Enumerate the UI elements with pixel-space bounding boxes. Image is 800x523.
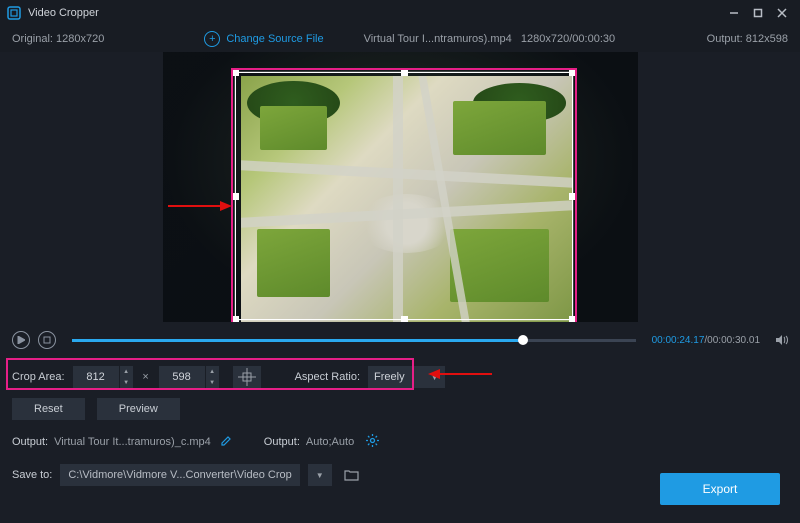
output-file-name: Virtual Tour It...tramuros)_c.mp4 — [54, 436, 211, 448]
crop-controls: Crop Area: ▲▼ × ▲▼ Aspect Ratio: Freely▼… — [0, 356, 800, 426]
volume-icon[interactable] — [774, 333, 788, 347]
crop-handle-mr[interactable] — [569, 193, 576, 200]
source-info-bar: Original: 1280x720 + Change Source File … — [0, 26, 800, 52]
save-to-label: Save to: — [12, 469, 52, 481]
crop-handle-bl[interactable] — [232, 316, 239, 322]
aspect-ratio-label: Aspect Ratio: — [295, 371, 360, 383]
crop-handle-br[interactable] — [569, 316, 576, 322]
chevron-down-icon: ▼ — [431, 373, 439, 382]
multiply-icon: × — [141, 371, 151, 383]
play-button[interactable] — [12, 331, 30, 349]
save-path-dropdown[interactable]: ▼ — [308, 464, 332, 486]
reset-button[interactable]: Reset — [12, 398, 85, 420]
crop-handle-tr[interactable] — [569, 69, 576, 76]
output-preset-value: Auto;Auto — [306, 436, 354, 448]
crop-handle-ml[interactable] — [232, 193, 239, 200]
crop-width-stepper[interactable]: ▲▼ — [119, 366, 133, 388]
save-path-field[interactable]: C:\Vidmore\Vidmore V...Converter\Video C… — [60, 464, 299, 486]
maximize-button[interactable] — [746, 1, 770, 25]
crop-area-label: Crop Area: — [12, 371, 65, 383]
progress-knob[interactable] — [518, 335, 528, 345]
output-size-label: Output: 812x598 — [707, 33, 788, 45]
aspect-ratio-select[interactable]: Freely▼ — [368, 366, 444, 388]
original-size-label: Original: 1280x720 — [12, 33, 104, 45]
crop-handle-tc[interactable] — [401, 69, 408, 76]
open-folder-button[interactable] — [340, 464, 364, 486]
crop-frame[interactable] — [235, 72, 573, 320]
crop-height-field: ▲▼ — [159, 366, 219, 388]
minimize-button[interactable] — [722, 1, 746, 25]
source-file-info: Virtual Tour I...ntramuros).mp4 1280x720… — [364, 33, 616, 45]
edit-filename-icon[interactable] — [221, 435, 232, 449]
change-source-button[interactable]: + Change Source File — [204, 31, 323, 47]
time-display: 00:00:24.17/00:00:30.01 — [652, 335, 760, 346]
app-logo-icon — [6, 5, 22, 21]
output-file-label: Output: — [12, 436, 48, 448]
window-title: Video Cropper — [28, 7, 99, 19]
center-crop-button[interactable] — [233, 366, 261, 388]
video-preview-area — [0, 52, 800, 324]
output-preset-label: Output: — [264, 436, 300, 448]
output-settings-icon[interactable] — [366, 434, 379, 450]
video-stage[interactable] — [163, 52, 638, 322]
export-button[interactable]: Export — [660, 473, 780, 505]
crop-width-field: ▲▼ — [73, 366, 133, 388]
progress-bar[interactable] — [72, 339, 636, 342]
crop-height-input[interactable] — [159, 366, 205, 388]
playback-bar: 00:00:24.17/00:00:30.01 — [0, 324, 800, 356]
stop-button[interactable] — [38, 331, 56, 349]
close-button[interactable] — [770, 1, 794, 25]
crop-width-input[interactable] — [73, 366, 119, 388]
titlebar: Video Cropper — [0, 0, 800, 26]
plus-circle-icon: + — [204, 31, 220, 47]
crop-height-stepper[interactable]: ▲▼ — [205, 366, 219, 388]
output-file-row: Output: Virtual Tour It...tramuros)_c.mp… — [0, 426, 800, 458]
crop-handle-bc[interactable] — [401, 316, 408, 322]
progress-fill — [72, 339, 523, 342]
preview-button[interactable]: Preview — [97, 398, 180, 420]
crop-handle-tl[interactable] — [232, 69, 239, 76]
